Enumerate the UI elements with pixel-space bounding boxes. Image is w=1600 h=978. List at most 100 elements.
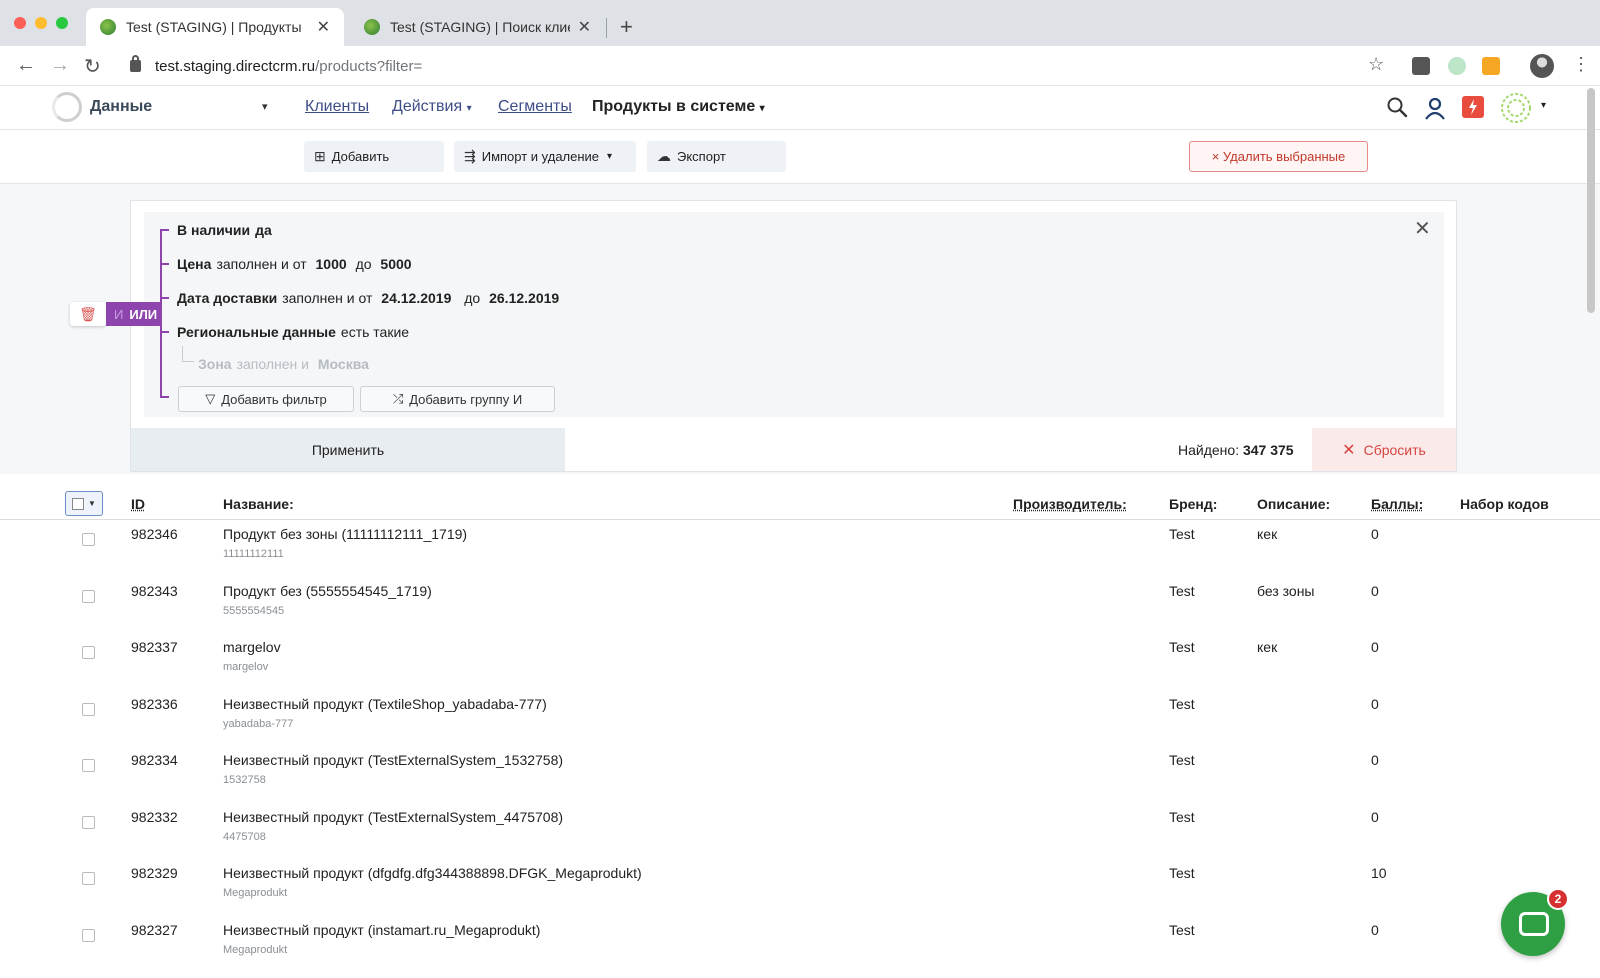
bookmark-star-icon[interactable]: ☆ [1368,54,1384,75]
filter-subcondition[interactable]: Зона заполнен и Москва [198,356,369,372]
table-row[interactable]: 982336 Неизвестный продукт (TextileShop_y… [0,690,1600,746]
forward-icon[interactable]: → [50,54,70,77]
add-and-group-button[interactable]: ⤮ Добавить группу И [360,386,555,412]
tab-customer-search[interactable]: Test (STAGING) | Поиск клиен ✕ [350,8,605,46]
trash-icon[interactable]: 🗑 [70,302,106,326]
address-bar-row: ← → ↻ test.staging.directcrm.ru/products… [0,46,1600,86]
tab-close-icon[interactable]: ✕ [317,17,330,37]
reload-icon[interactable]: ↻ [84,54,101,79]
import-delete-button[interactable]: ⇶ Импорт и удаление ▾ [454,141,636,172]
extension-icon[interactable] [1412,57,1430,75]
col-points[interactable]: Баллы: [1371,496,1423,512]
tab-products[interactable]: Test (STAGING) | Продукты ✕ [86,8,344,46]
tab-title: Test (STAGING) | Поиск клиен [390,19,570,35]
branch-line [160,229,169,231]
cell-brand: Test [1169,921,1195,938]
browser-menu-icon[interactable]: ⋮ [1572,54,1590,75]
chat-widget-button[interactable]: 2 [1501,888,1569,956]
tab-close-icon[interactable]: ✕ [578,17,591,37]
cell-id: 982327 [131,921,178,938]
shuffle-icon: ⤮ [392,391,404,406]
add-button-label: Добавить [331,149,390,164]
nav-actions[interactable]: Действия ▾ [392,98,472,116]
section-selector[interactable]: Данные [90,98,152,116]
filter-condition[interactable]: В наличии да [177,222,272,238]
table-row[interactable]: 982334 Неизвестный продукт (TestExternalS… [0,746,1600,802]
row-checkbox[interactable] [82,533,95,546]
delete-selected-button[interactable]: × Удалить выбранные [1189,141,1368,172]
cell-external-code: 1532758 [223,774,266,786]
reset-button[interactable]: ✕ Сбросить [1312,428,1456,471]
cell-name[interactable]: Продукт без (5555554545_1719) [223,583,432,599]
profile-avatar[interactable] [1530,54,1554,78]
nav-products[interactable]: Продукты в системе ▾ [592,98,765,116]
scrollbar[interactable] [1587,88,1595,313]
filter-field: Региональные данные [177,324,336,340]
action-toolbar: ⊞ Добавить ⇶ Импорт и удаление ▾ ☁ Экспо… [0,130,1600,184]
table-row[interactable]: 982346 Продукт без зоны (11111112111_1719… [0,520,1600,576]
table-row[interactable]: 982327 Неизвестный продукт (instamart.ru_… [0,916,1600,972]
row-checkbox[interactable] [82,815,95,829]
row-checkbox[interactable] [82,759,95,772]
user-menu-icon[interactable] [1500,92,1532,124]
table-row[interactable]: 982329 Неизвестный продукт (dfgdfg.dfg344… [0,859,1600,915]
extension-icon[interactable] [1482,57,1500,75]
filter-condition[interactable]: Цена заполнен и от 1000 до 5000 [177,256,412,272]
row-checkbox[interactable] [82,872,95,885]
row-checkbox[interactable] [82,646,95,659]
row-checkbox[interactable] [82,928,95,942]
filter-condition[interactable]: Дата доставки заполнен и от 24.12.2019 до… [177,290,559,306]
col-manufacturer[interactable]: Производитель: [1013,496,1127,512]
chevron-down-icon[interactable]: ▾ [262,100,268,113]
logo-icon[interactable] [52,92,82,122]
export-button[interactable]: ☁ Экспорт [647,141,786,172]
row-checkbox[interactable] [82,589,95,603]
new-tab-button[interactable]: + [620,14,633,40]
and-or-toggle[interactable]: И ИЛИ [106,302,162,326]
extension-icon[interactable] [1448,57,1466,75]
add-filter-button[interactable]: ▽ Добавить фильтр [178,386,354,412]
import-icon: ⇶ [464,148,476,164]
chevron-down-icon[interactable]: ▾ [1541,100,1546,111]
close-filter-icon[interactable]: ✕ [1414,216,1431,241]
cell-name[interactable]: Неизвестный продукт (instamart.ru_Megapr… [223,922,540,938]
filter-condition[interactable]: Региональные данные есть такие [177,324,409,340]
window-close-button[interactable] [14,17,26,29]
cell-name[interactable]: Неизвестный продукт (TextileShop_yabadab… [223,696,547,712]
found-label: Найдено: [1178,442,1240,458]
cell-id: 982337 [131,639,178,655]
filter-field: Цена [177,256,212,272]
col-description: Описание: [1257,496,1331,512]
lightning-icon[interactable] [1462,96,1484,118]
back-icon[interactable]: ← [16,54,36,77]
table-row[interactable]: 982337 margelov margelov Test кек 0 [0,633,1600,689]
cell-name[interactable]: Неизвестный продукт (TestExternalSystem_… [223,752,563,768]
apply-button[interactable]: Применить [131,428,565,471]
cell-id: 982343 [131,582,178,599]
unread-badge: 2 [1547,888,1569,910]
row-checkbox[interactable] [82,702,95,716]
col-id[interactable]: ID [131,496,145,512]
filter-field: Зона [198,356,232,372]
window-minimize-button[interactable] [35,17,47,29]
cell-name[interactable]: margelov [223,639,281,655]
cell-external-code: 5555554545 [223,604,285,617]
add-button[interactable]: ⊞ Добавить [304,141,444,172]
table-row[interactable]: 982332 Неизвестный продукт (TestExternalS… [0,803,1600,859]
cell-brand: Test [1169,695,1195,712]
url-field[interactable]: test.staging.directcrm.ru/products?filte… [122,53,1390,79]
toggle-or[interactable]: ИЛИ [129,307,157,322]
cell-name[interactable]: Неизвестный продукт (TestExternalSystem_… [223,809,563,825]
table-row[interactable]: 982343 Продукт без (5555554545_1719) 55555… [0,577,1600,633]
search-icon[interactable] [1386,96,1408,118]
nav-segments[interactable]: Сегменты [498,98,572,116]
toggle-and[interactable]: И [114,307,123,322]
window-zoom-button[interactable] [56,17,68,29]
filter-op: до [355,256,372,272]
cell-name[interactable]: Неизвестный продукт (dfgdfg.dfg344388898… [223,865,642,881]
nav-customers[interactable]: Клиенты [305,98,369,116]
cell-id: 982329 [131,865,178,881]
support-agent-icon[interactable] [1424,96,1446,120]
cell-name[interactable]: Продукт без зоны (11111112111_1719) [223,526,467,542]
browser-tab-bar: Test (STAGING) | Продукты ✕ Test (STAGIN… [0,0,1600,46]
